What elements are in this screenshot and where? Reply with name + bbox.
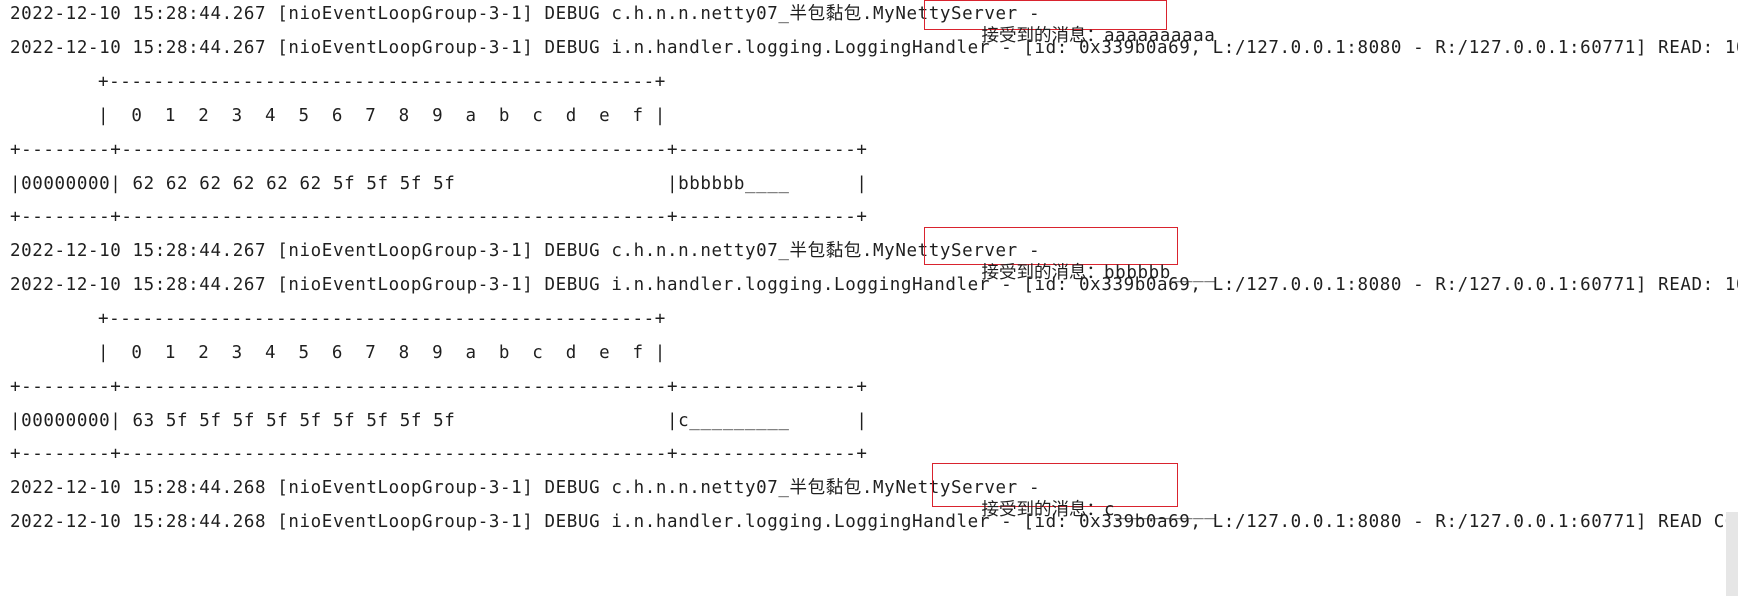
hex-separator: +--------+------------------------------… [10,377,868,397]
hex-row: |00000000| 63 5f 5f 5f 5f 5f 5f 5f 5f 5f… [10,411,868,431]
received-message-2: 接受到的消息：bbbbbb____ [937,240,1215,283]
received-message-3: 接受到的消息：c_________ [937,477,1215,520]
hex-separator: +--------+------------------------------… [10,140,868,160]
hex-row: |00000000| 62 62 62 62 62 62 5f 5f 5f 5f… [10,174,868,194]
log-line-handler-2: 2022-12-10 15:28:44.267 [nioEventLoopGro… [10,275,1738,295]
hex-bottom-border: +--------+------------------------------… [10,207,868,227]
console-output: 2022-12-10 15:28:44.267 [nioEventLoopGro… [0,0,1738,614]
log-line-server-3: 2022-12-10 15:28:44.268 [nioEventLoopGro… [10,478,1052,498]
hex-header: | 0 1 2 3 4 5 6 7 8 9 a b c d e f | [98,343,666,363]
log-line-handler-3: 2022-12-10 15:28:44.268 [nioEventLoopGro… [10,512,1738,532]
vertical-scrollbar[interactable] [1726,512,1738,596]
hex-bottom-border: +--------+------------------------------… [10,444,868,464]
hex-top-border: +---------------------------------------… [98,309,666,329]
log-line-server-1: 2022-12-10 15:28:44.267 [nioEventLoopGro… [10,4,1052,24]
hex-header: | 0 1 2 3 4 5 6 7 8 9 a b c d e f | [98,106,666,126]
received-message-1: 接受到的消息：aaaaaaaaaa [937,3,1215,46]
log-line-handler-1: 2022-12-10 15:28:44.267 [nioEventLoopGro… [10,38,1738,58]
hex-top-border: +---------------------------------------… [98,72,666,92]
log-line-server-2: 2022-12-10 15:28:44.267 [nioEventLoopGro… [10,241,1052,261]
